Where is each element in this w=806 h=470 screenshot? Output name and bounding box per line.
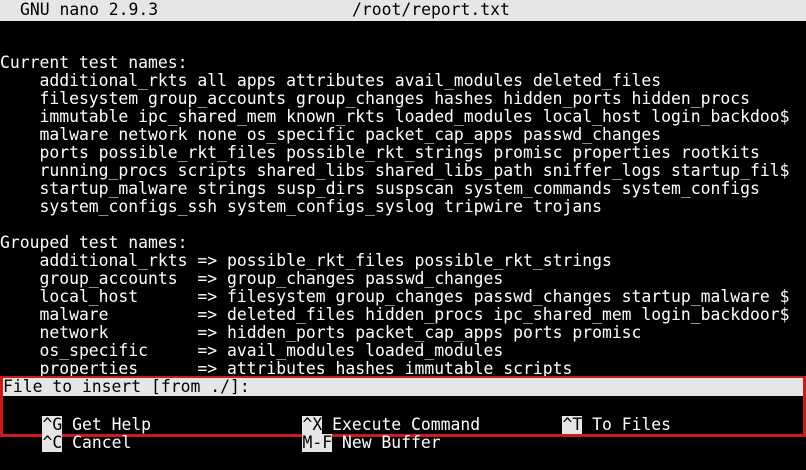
bottom-panel: File to insert [from ./]: ^G Get Help ^X…	[0, 376, 806, 452]
shortcut-new-buffer[interactable]: M-F New Buffer	[263, 416, 441, 452]
text-line: running_procs scripts shared_libs shared…	[0, 162, 790, 180]
text-line: local_host => filesystem group_changes p…	[0, 288, 790, 306]
text-line: system_configs_ssh system_configs_syslog…	[0, 198, 602, 216]
file-name: /root/report.txt	[352, 0, 510, 19]
text-line: group_accounts => group_changes passwd_c…	[0, 270, 504, 288]
insert-file-prompt[interactable]: File to insert [from ./]:	[3, 378, 803, 396]
shortcut-cancel[interactable]: ^C Cancel	[3, 416, 131, 452]
text-line	[0, 216, 806, 234]
text-line: properties => attributes hashes immutabl…	[0, 360, 573, 376]
editor-content[interactable]: Current test names: additional_rkts all …	[0, 54, 806, 376]
shortcut-label: Cancel	[62, 433, 132, 452]
title-bar: GNU nano 2.9.3 /root/report.txt	[0, 0, 806, 21]
shortcut-label: New Buffer	[332, 433, 441, 452]
app-version: GNU nano 2.9.3	[20, 0, 159, 19]
text-line: malware network none os_specific packet_…	[0, 126, 662, 144]
text-line: additional_rkts all apps attributes avai…	[0, 72, 662, 90]
text-line: ports possible_rkt_files possible_rkt_st…	[0, 144, 760, 162]
shortcut-label: To Files	[582, 415, 672, 434]
text-line: filesystem group_accounts group_changes …	[0, 90, 750, 108]
shortcut-get-help[interactable]: ^G Get Help	[3, 398, 151, 434]
text-line: additional_rkts => possible_rkt_files po…	[0, 252, 612, 270]
shortcut-key: ^T	[562, 415, 583, 434]
shortcut-execute-command[interactable]: ^X Execute Command	[263, 398, 480, 434]
text-line: os_specific => avail_modules loaded_modu…	[0, 342, 504, 360]
text-line: network => hidden_ports packet_cap_apps …	[0, 324, 642, 342]
shortcut-to-files[interactable]: ^T To Files	[523, 398, 671, 434]
text-line: startup_malware strings susp_dirs suspsc…	[0, 180, 760, 198]
text-line: Current test names:	[0, 54, 188, 72]
text-line: Grouped test names:	[0, 234, 188, 252]
text-line: immutable ipc_shared_mem known_rkts load…	[0, 108, 790, 126]
text-line: malware => deleted_files hidden_procs ip…	[0, 306, 790, 324]
